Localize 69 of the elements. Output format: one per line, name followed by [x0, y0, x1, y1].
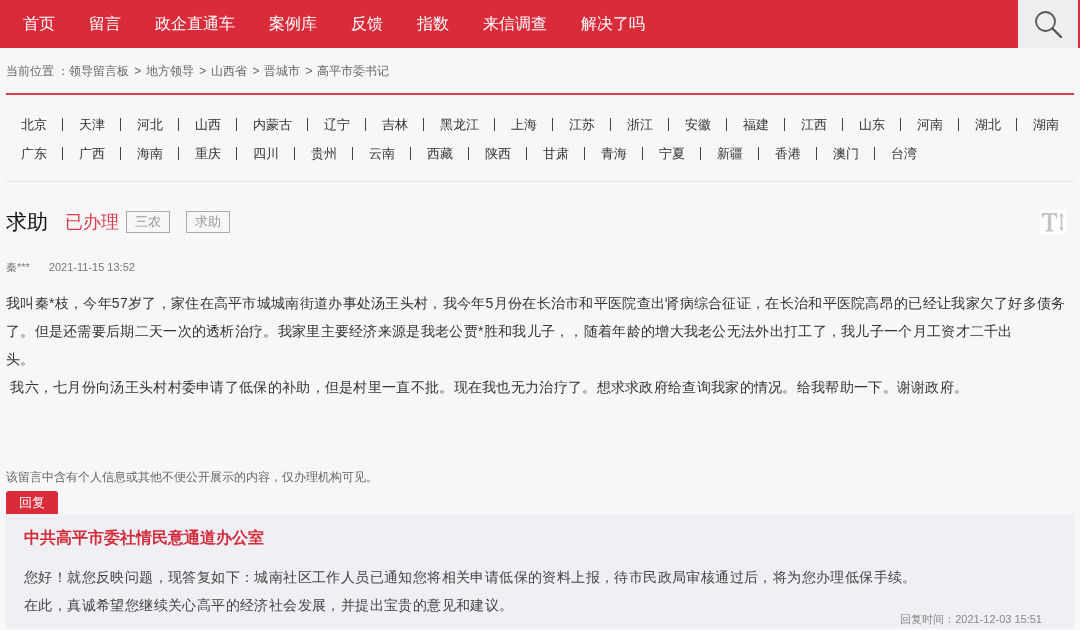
nav-link[interactable]: 指数	[400, 0, 466, 48]
region-link[interactable]: 内蒙古	[253, 114, 292, 135]
nav-link[interactable]: 来信调查	[466, 0, 564, 48]
breadcrumb-separator: >	[199, 63, 207, 79]
nav-link[interactable]: 反馈	[334, 0, 400, 48]
search-button[interactable]	[1018, 0, 1078, 48]
message-title: 求助	[6, 209, 48, 235]
region-link[interactable]: 安徽	[685, 114, 711, 135]
region-link[interactable]: 河南	[917, 114, 943, 135]
nav-link[interactable]: 解决了吗	[564, 0, 662, 48]
region-link[interactable]: 西藏	[427, 143, 453, 164]
region-link[interactable]: 江苏	[569, 114, 595, 135]
region-link[interactable]: 山东	[859, 114, 885, 135]
breadcrumb-link[interactable]: 领导留言板	[69, 63, 130, 79]
region-link[interactable]: 新疆	[717, 143, 743, 164]
reply-label: 回复	[6, 491, 58, 514]
privacy-notice: 该留言中含有个人信息或其他不便公开展示的内容，仅办理机构可见。	[6, 469, 378, 485]
nav-link[interactable]: 首页	[6, 0, 72, 48]
message-paragraph: 我六，七月份向汤王头村村委申请了低保的补助，但是村里一直不批。现在我也无力治疗了。想求求政府给查询我家的情况。给我帮助一下。谢谢政府。	[9, 378, 969, 397]
breadcrumb-link[interactable]: 晋城市	[264, 63, 301, 79]
region-link[interactable]: 青海	[601, 143, 627, 164]
reply-paragraph: 您好！就您反映问题，现答复如下：城南社区工作人员已通知您将相关申请低保的资料上报，待市民政局审核通过后，将为您办理低保手续。	[24, 568, 917, 587]
reply-time: 回复时间：2021-12-03 15:51	[900, 613, 1042, 625]
region-link[interactable]: 福建	[743, 114, 769, 135]
region-link[interactable]: 浙江	[627, 114, 653, 135]
nav-link[interactable]: 案例库	[252, 0, 334, 48]
author-name: 秦***	[6, 260, 30, 274]
region-link[interactable]: 广东	[21, 143, 47, 164]
breadcrumb-label: 当前位置 ：	[6, 63, 70, 79]
region-link[interactable]: 澳门	[833, 143, 859, 164]
region-link[interactable]: 台湾	[891, 143, 917, 164]
region-link[interactable]: 重庆	[195, 143, 221, 164]
region-link[interactable]: 宁夏	[659, 143, 685, 164]
region-link[interactable]: 陕西	[485, 143, 511, 164]
region-link[interactable]: 北京	[21, 114, 47, 135]
region-link[interactable]: 广西	[79, 143, 105, 164]
post-date: 2021-11-15 13:52	[48, 260, 135, 274]
message-paragraph: 我叫秦*枝，今年57岁了，家住在高平市城城南街道办事处汤王头村，我今年5月份在长治市和平医院查出肾病综合征证，在长治和平医院高昂的已经让我家欠了好多债务了。但是还需要后期二天一次的透析治疗。我家里主要经济来源是我老公贾*胜和我儿子，，随着年龄的增大我老公无法外出打工了，我儿子一个月工资才二千出	[6, 294, 1067, 341]
breadcrumb-separator: >	[252, 63, 260, 79]
region-link[interactable]: 黑龙江	[440, 114, 479, 135]
status-label: 已办理	[65, 211, 119, 234]
region-link[interactable]: 云南	[369, 143, 395, 164]
search-icon	[1034, 10, 1062, 38]
region-link[interactable]: 湖南	[1033, 114, 1059, 135]
region-link[interactable]: 山西	[195, 114, 221, 135]
region-link[interactable]: 湖北	[975, 114, 1001, 135]
region-link[interactable]: 贵州	[311, 143, 337, 164]
region-link[interactable]: 辽宁	[324, 114, 350, 135]
category-tag: 三农	[126, 211, 170, 233]
region-link[interactable]: 上海	[511, 114, 537, 135]
region-link[interactable]: 河北	[137, 114, 163, 135]
reply-paragraph: 在此，真诚希望您继续关心高平的经济社会发展，并提出宝贵的意见和建议。	[24, 596, 514, 615]
nav-link[interactable]: 留言	[72, 0, 138, 48]
breadcrumb-link[interactable]: 地方领导	[146, 63, 195, 79]
breadcrumb-separator: >	[134, 63, 142, 79]
breadcrumb-separator: >	[305, 63, 313, 79]
region-link[interactable]: 甘肃	[543, 143, 569, 164]
nav-link[interactable]: 政企直通车	[138, 0, 252, 48]
message-paragraph: 头。	[6, 350, 35, 369]
office-name: 中共高平市委社情民意通道办公室	[24, 528, 264, 548]
region-link[interactable]: 江西	[801, 114, 827, 135]
category-tag: 求助	[186, 211, 230, 233]
breadcrumb-link[interactable]: 高平市委书记	[317, 63, 390, 79]
region-link[interactable]: 天津	[79, 114, 105, 135]
breadcrumb-link[interactable]: 山西省	[211, 63, 248, 79]
region-link[interactable]: 海南	[137, 143, 163, 164]
region-link[interactable]: 吉林	[382, 114, 408, 135]
region-link[interactable]: 香港	[775, 143, 801, 164]
region-link[interactable]: 四川	[253, 143, 279, 164]
